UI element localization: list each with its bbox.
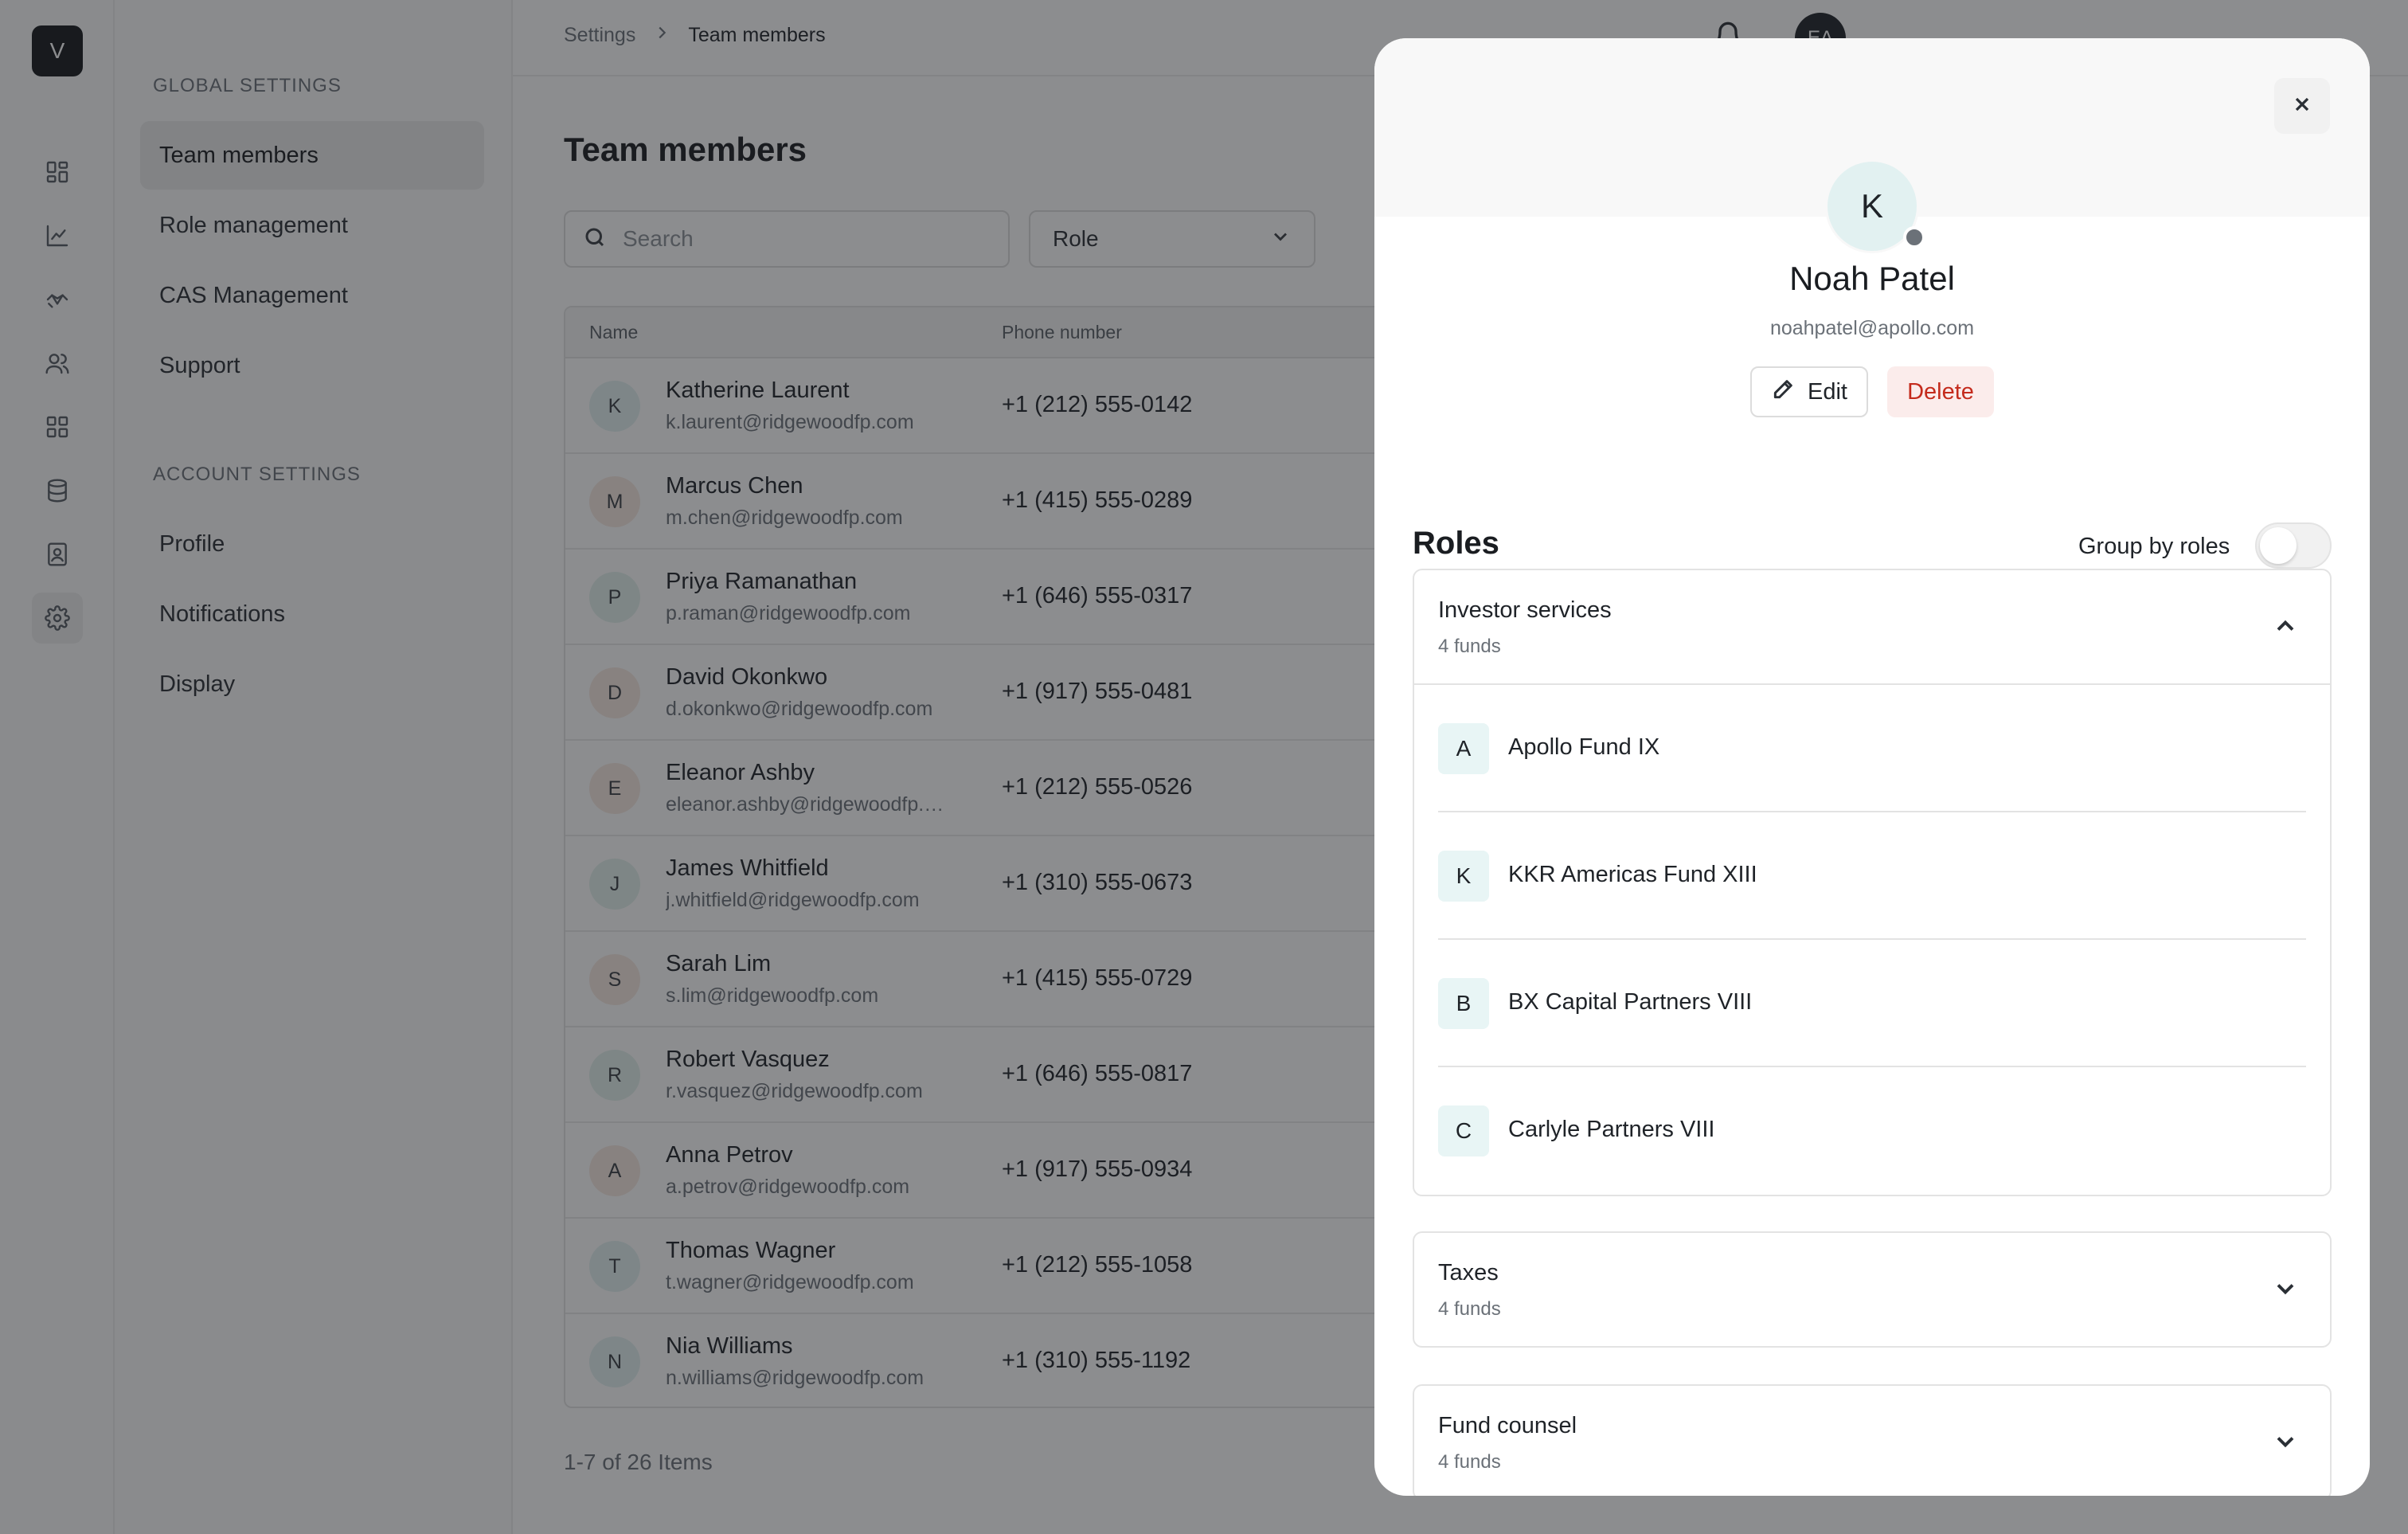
fund-row[interactable]: K KKR Americas Fund XIII — [1438, 812, 2306, 940]
delete-button[interactable]: Delete — [1887, 366, 1994, 417]
role-group-header[interactable]: Investor services 4 funds — [1414, 570, 2330, 683]
fund-name: KKR Americas Fund XIII — [1508, 862, 1757, 887]
fund-row[interactable]: B BX Capital Partners VIII — [1438, 940, 2306, 1067]
fund-badge: A — [1438, 723, 1489, 774]
role-group-card: Taxes 4 funds — [1413, 1231, 2332, 1348]
fund-name: Carlyle Partners VIII — [1508, 1117, 1715, 1142]
chevron-down-icon[interactable] — [2271, 1427, 2300, 1456]
member-detail-panel: K Noah Patel noahpatel@apollo.com Edit D… — [1374, 38, 2370, 1496]
role-group-fund-list: A Apollo Fund IX K KKR Americas Fund XIII B B… — [1414, 683, 2330, 1195]
role-group-count: 4 funds — [1438, 1451, 1501, 1473]
member-name: Noah Patel — [1789, 260, 1955, 297]
fund-name: Apollo Fund IX — [1508, 734, 1660, 760]
toggle-knob — [2260, 527, 2297, 564]
close-button[interactable] — [2274, 78, 2330, 134]
close-icon — [2291, 93, 2313, 119]
chevron-down-icon[interactable] — [2271, 1274, 2300, 1303]
role-group-title: Investor services — [1438, 597, 1612, 623]
role-group-title: Taxes — [1438, 1260, 1499, 1286]
role-group-header[interactable]: Taxes 4 funds — [1414, 1233, 2330, 1346]
status-indicator — [1903, 226, 1925, 248]
fund-name: BX Capital Partners VIII — [1508, 989, 1753, 1015]
chevron-up-icon[interactable] — [2271, 612, 2300, 640]
roles-heading: Roles — [1413, 526, 1499, 561]
role-group-header[interactable]: Fund counsel 4 funds — [1414, 1386, 2330, 1496]
role-group-card: Fund counsel 4 funds — [1413, 1384, 2332, 1496]
role-group-title: Fund counsel — [1438, 1413, 1577, 1438]
edit-button[interactable]: Edit — [1750, 366, 1868, 417]
edit-label: Edit — [1808, 378, 1847, 405]
role-group-count: 4 funds — [1438, 636, 1501, 657]
pencil-icon — [1771, 376, 1796, 408]
group-by-roles-label: Group by roles — [2078, 534, 2230, 559]
fund-row[interactable]: A Apollo Fund IX — [1438, 685, 2306, 812]
member-email: noahpatel@apollo.com — [1769, 317, 1975, 339]
fund-row[interactable]: C Carlyle Partners VIII — [1438, 1067, 2306, 1195]
role-group-card: Investor services 4 funds A Apollo Fund IX K… — [1413, 569, 2332, 1196]
group-by-roles-toggle[interactable] — [2255, 522, 2332, 569]
fund-badge: C — [1438, 1105, 1489, 1156]
fund-badge: B — [1438, 978, 1489, 1029]
role-group-count: 4 funds — [1438, 1298, 1501, 1320]
fund-badge: K — [1438, 851, 1489, 902]
